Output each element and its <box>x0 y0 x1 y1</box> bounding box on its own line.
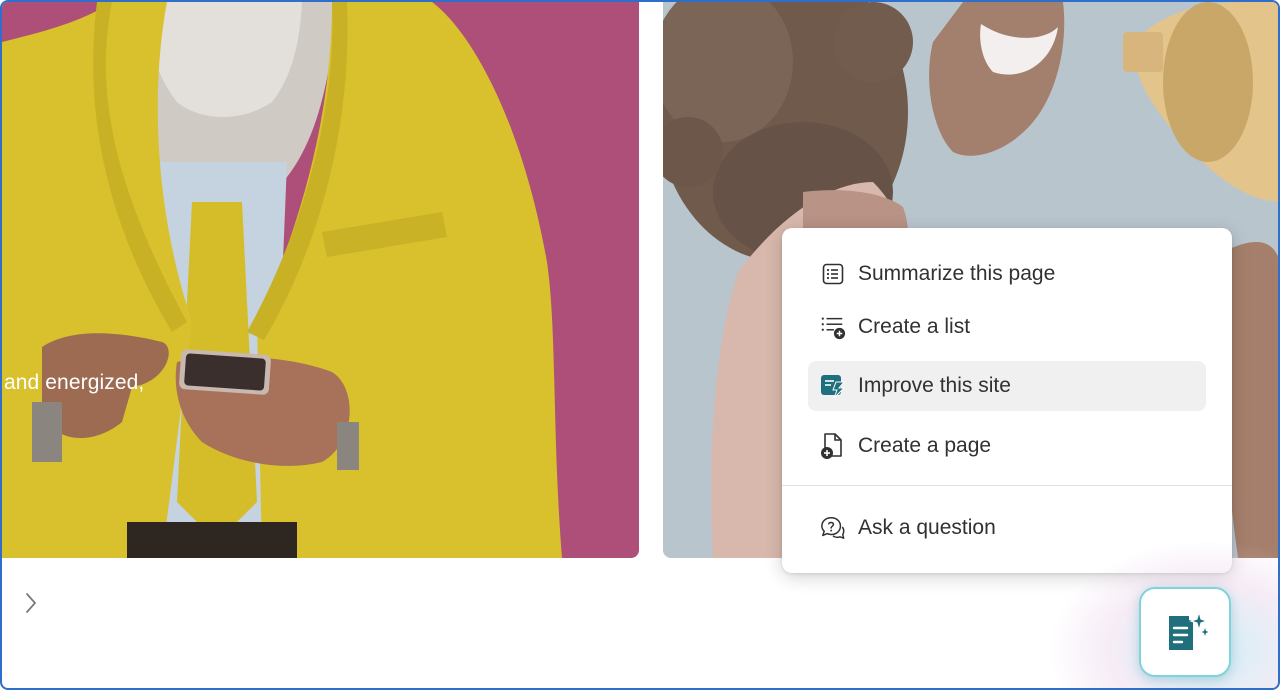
menu-item-label: Summarize this page <box>858 262 1056 285</box>
hero-card-left[interactable]: and energized, <box>2 2 639 558</box>
chevron-right-icon <box>26 593 36 613</box>
menu-item-create-list[interactable]: Create a list <box>808 302 1206 352</box>
copilot-button[interactable] <box>1139 587 1231 677</box>
menu-item-label: Improve this site <box>858 374 1011 397</box>
ask-question-icon <box>820 515 846 541</box>
create-page-icon <box>820 433 846 459</box>
hero-caption: and energized, <box>4 371 145 394</box>
menu-item-summarize[interactable]: Summarize this page <box>808 249 1206 299</box>
improve-site-icon <box>820 373 846 399</box>
copilot-menu: Summarize this page Create a list Improv… <box>782 228 1232 573</box>
menu-item-improve-site[interactable]: Improve this site <box>808 361 1206 411</box>
menu-item-label: Ask a question <box>858 516 996 539</box>
menu-item-label: Create a page <box>858 434 992 457</box>
menu-divider <box>782 485 1232 486</box>
menu-item-label: Create a list <box>858 315 971 338</box>
create-list-icon <box>820 314 846 340</box>
man-in-yellow-suit-image <box>2 2 562 558</box>
copilot-page-sparkle-icon <box>1169 609 1209 650</box>
menu-item-create-page[interactable]: Create a page <box>808 421 1206 471</box>
summarize-icon <box>820 261 846 287</box>
browser-viewport: and energized, Summarize this page Creat… <box>0 0 1280 690</box>
carousel-next-button[interactable] <box>20 590 42 616</box>
